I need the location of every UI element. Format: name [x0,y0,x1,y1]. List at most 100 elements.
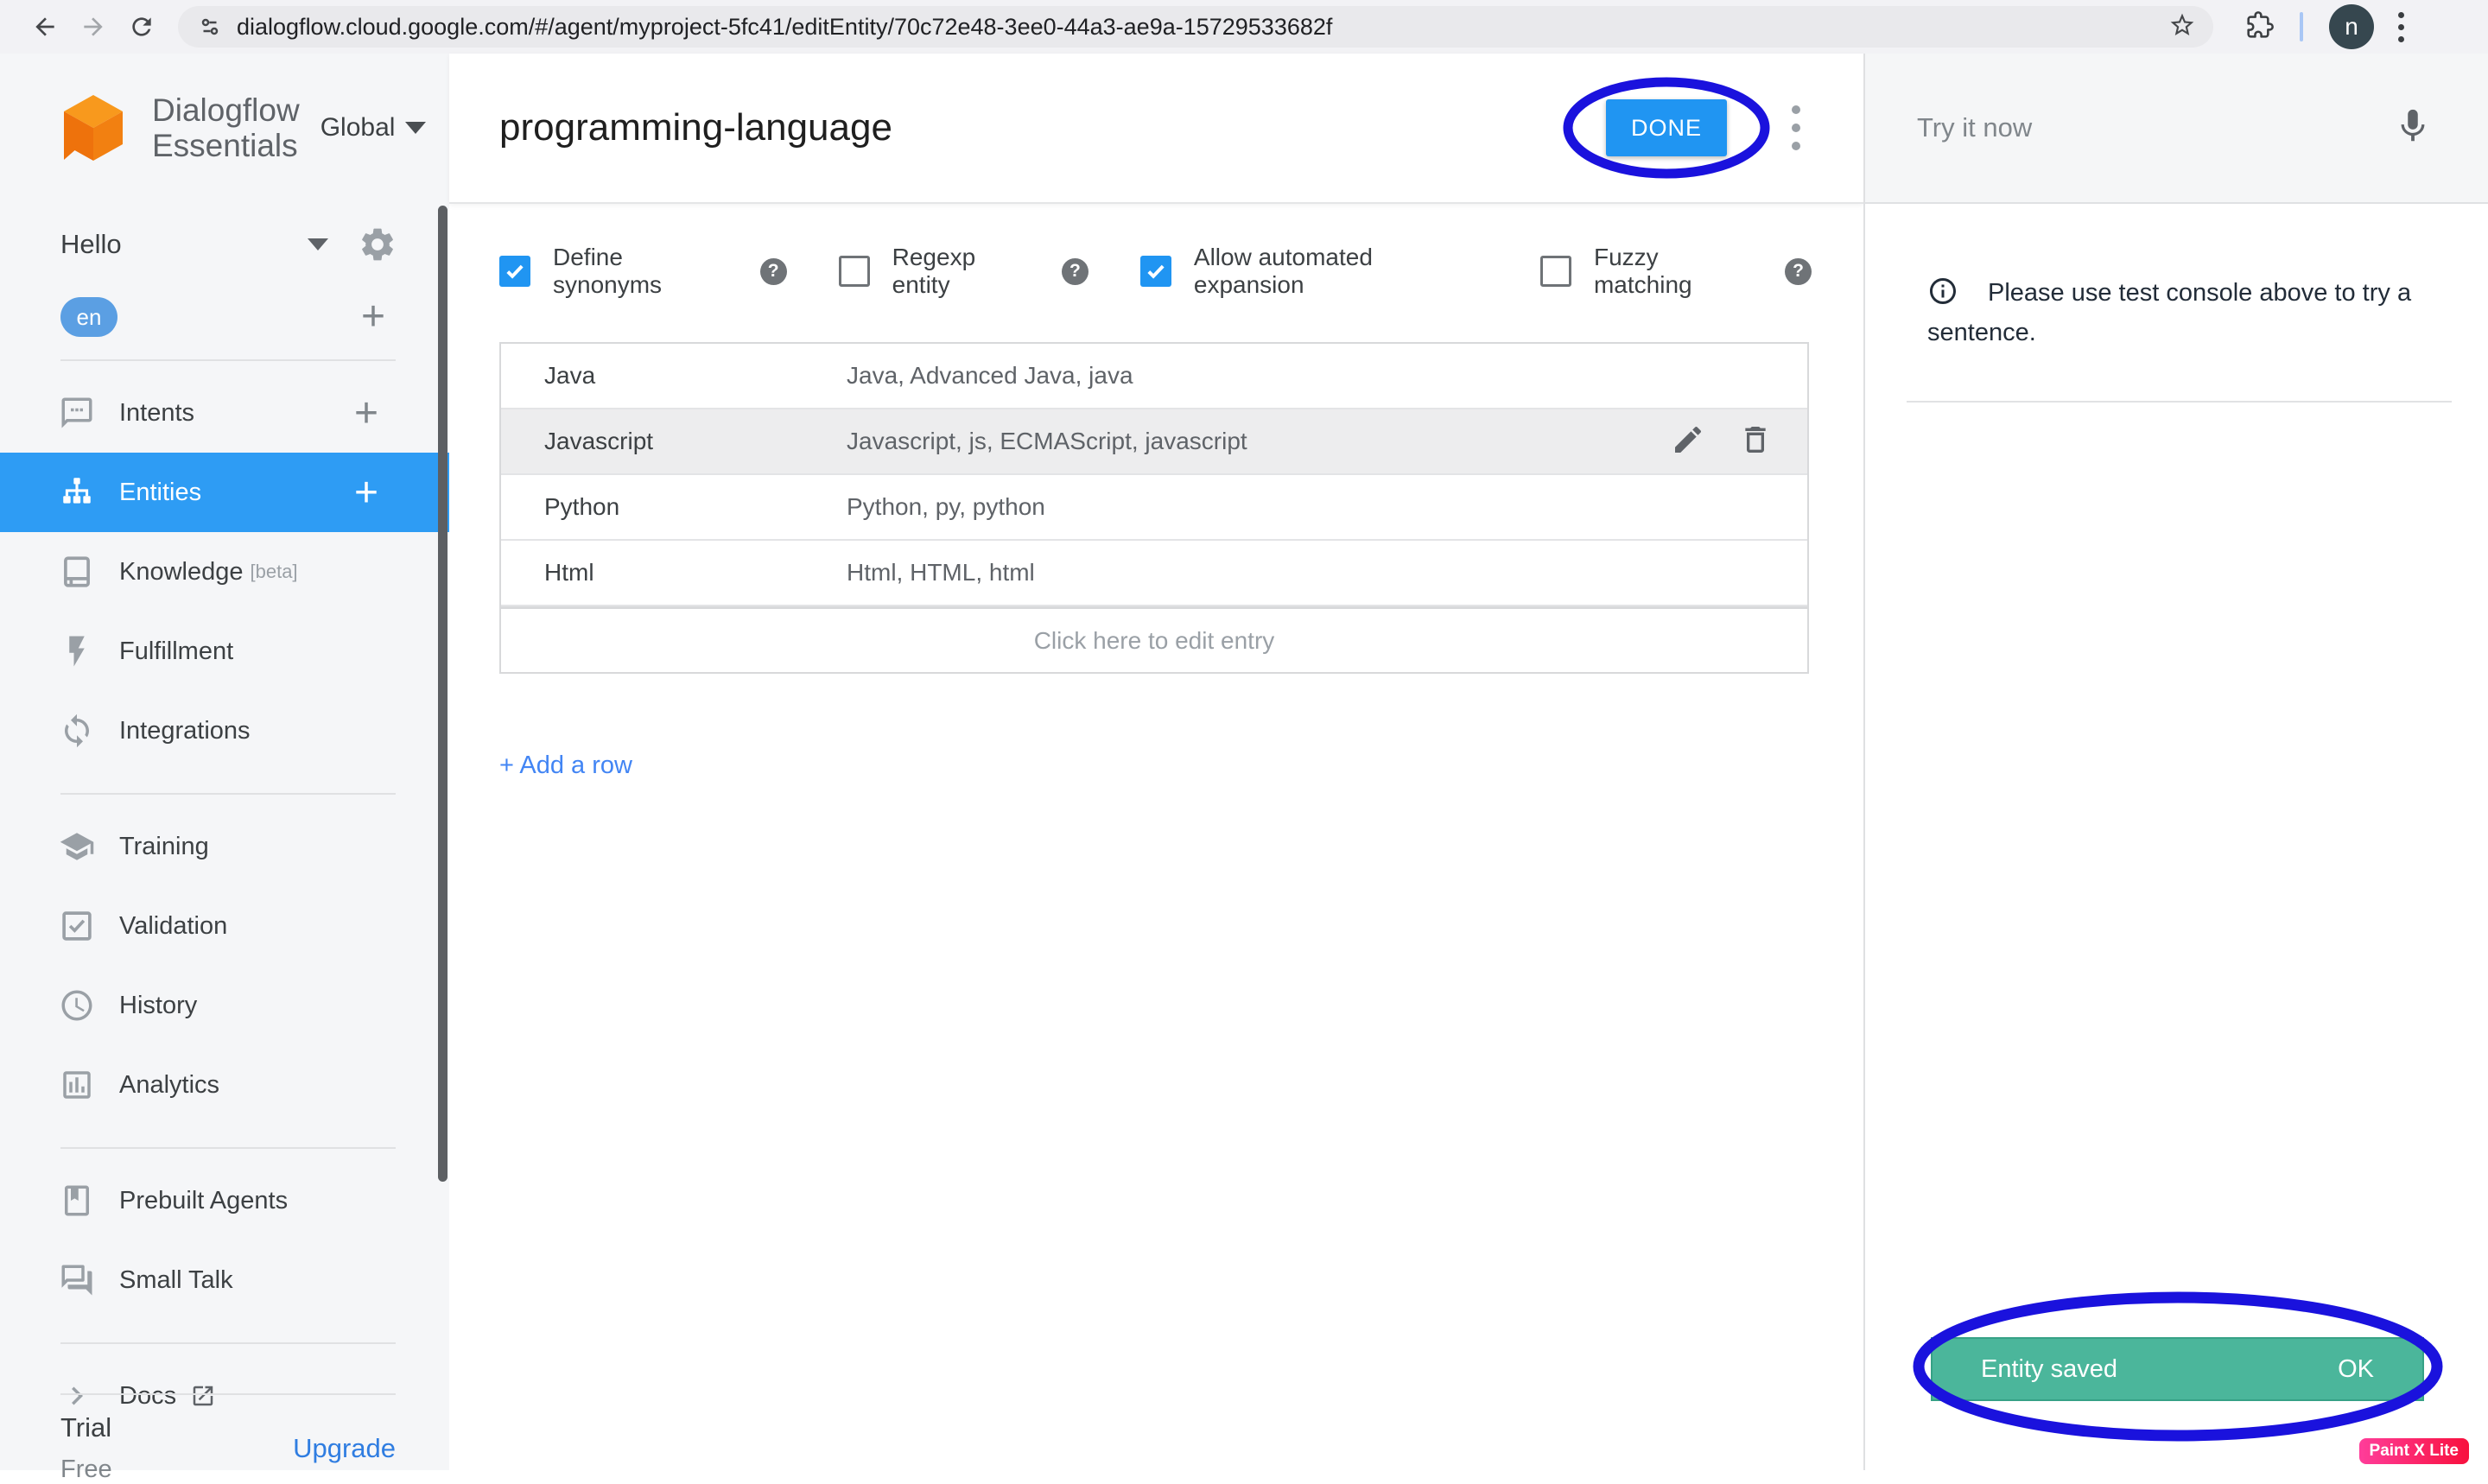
plan-name: Trial [60,1412,112,1443]
add-row-link[interactable]: + Add a row [499,752,632,780]
checkbox-checked[interactable] [1140,256,1171,287]
entity-synonyms[interactable]: Java, Advanced Java, java [847,362,1807,390]
region-selector[interactable]: Global [321,113,427,143]
chevron-down-icon [308,238,328,251]
entity-synonyms[interactable]: Javascript, js, ECMAScript, javascript [847,428,1671,455]
option-label: Define synonyms [553,244,738,299]
sidebar-item-analytics[interactable]: Analytics [0,1045,449,1125]
beta-badge: [beta] [251,561,298,583]
fulfillment-icon [59,633,95,669]
edit-icon[interactable] [1671,422,1705,461]
sidebar-item-validation[interactable]: Validation [0,886,449,966]
sidebar-item-label: Analytics [119,1071,219,1100]
new-entry-row[interactable]: Click here to edit entry [501,606,1807,672]
done-button[interactable]: DONE [1606,99,1727,156]
sidebar-item-label: Fulfillment [119,637,233,666]
small-talk-icon [59,1262,95,1298]
history-icon [59,987,95,1024]
help-icon[interactable]: ? [1062,258,1088,285]
sidebar-item-intents[interactable]: Intents + [0,373,449,453]
entity-row-html[interactable]: HtmlHtml, HTML, html [501,541,1807,606]
add-intents-button[interactable]: + [354,390,378,437]
sidebar-item-small-talk[interactable]: Small Talk [0,1240,449,1320]
language-chip[interactable]: en [60,297,117,337]
sidebar-item-label: Intents [119,399,194,428]
agent-selector[interactable]: Hello [0,214,449,275]
entity-value[interactable]: Html [501,559,847,587]
help-icon[interactable]: ? [1785,258,1812,285]
option-label: Regexp entity [892,244,1039,299]
training-icon [59,828,95,865]
validation-icon [59,908,95,944]
upgrade-link[interactable]: Upgrade [293,1433,396,1464]
site-settings-icon[interactable] [197,14,223,40]
sidebar-item-label: Knowledge [119,558,244,587]
sidebar-divider [60,359,396,361]
toolbar-divider [2300,12,2303,41]
sidebar-item-integrations[interactable]: Integrations [0,691,449,771]
extensions-icon[interactable] [2246,11,2274,43]
sidebar-scrollbar[interactable] [438,206,447,1182]
more-options-icon[interactable] [1777,105,1815,150]
entity-row-java[interactable]: JavaJava, Advanced Java, java [501,344,1807,409]
sidebar-item-entities[interactable]: Entities+ [0,453,449,532]
forward-arrow-icon[interactable] [69,3,117,51]
entity-saved-toast: Entity saved OK [1931,1337,2424,1401]
back-arrow-icon[interactable] [21,3,69,51]
sidebar-item-training[interactable]: Training [0,807,449,886]
option-allow-automated-expansion: Allow automated expansion [1140,244,1488,299]
add-language-button[interactable]: + [361,300,385,334]
language-row: en + [0,297,449,337]
checkbox-unchecked[interactable] [1540,256,1571,287]
sidebar: Dialogflow Essentials Global Hello en + … [0,54,449,1470]
analytics-icon [59,1067,95,1103]
sidebar-divider [60,1147,396,1149]
add-entities-button[interactable]: + [354,469,378,517]
entity-row-javascript[interactable]: JavascriptJavascript, js, ECMAScript, ja… [501,409,1807,475]
entity-value[interactable]: Java [501,362,847,390]
sidebar-item-knowledge[interactable]: Knowledge [beta] [0,532,449,612]
toast-ok-button[interactable]: OK [2338,1355,2374,1384]
profile-avatar[interactable]: n [2329,4,2374,49]
intents-icon [59,395,95,431]
url-text[interactable]: dialogflow.cloud.google.com/#/agent/mypr… [237,14,2168,41]
hint-text: Please use test console above to try a s… [1927,279,2411,346]
microphone-icon[interactable] [2393,106,2433,150]
sidebar-item-label: Validation [119,912,227,941]
delete-icon[interactable] [1738,422,1773,461]
entity-value[interactable]: Python [501,493,847,521]
entity-table: JavaJava, Advanced Java, javaJavascriptJ… [499,342,1809,674]
entity-value[interactable]: Javascript [501,428,847,455]
address-bar[interactable]: dialogflow.cloud.google.com/#/agent/mypr… [178,6,2213,48]
entity-synonyms[interactable]: Html, HTML, html [847,559,1807,587]
info-icon [1927,276,1958,307]
test-console-placeholder: Try it now [1917,112,2032,143]
reload-icon[interactable] [117,3,166,51]
entity-header: programming-language DONE [449,54,1863,204]
help-icon[interactable]: ? [760,258,787,285]
option-fuzzy-matching: Fuzzy matching? [1540,244,1812,299]
checkbox-checked[interactable] [499,256,530,287]
entity-row-python[interactable]: PythonPython, py, python [501,475,1807,541]
sidebar-item-label: Prebuilt Agents [119,1187,288,1215]
browser-menu-icon[interactable] [2398,12,2404,42]
toast-message: Entity saved [1981,1355,2117,1384]
sidebar-item-prebuilt-agents[interactable]: Prebuilt Agents [0,1161,449,1240]
sidebar-item-label: History [119,992,197,1020]
sidebar-item-label: Integrations [119,717,251,745]
entity-synonyms[interactable]: Python, py, python [847,493,1807,521]
browser-toolbar: dialogflow.cloud.google.com/#/agent/mypr… [0,0,2488,54]
test-console-input[interactable]: Try it now [1865,54,2488,204]
sidebar-item-fulfillment[interactable]: Fulfillment [0,612,449,691]
checkbox-unchecked[interactable] [839,256,870,287]
sidebar-item-label: Training [119,833,209,861]
sidebar-item-label: Small Talk [119,1266,233,1295]
sidebar-divider [60,1342,396,1344]
sidebar-item-history[interactable]: History [0,966,449,1045]
agent-name: Hello [60,229,122,260]
sidebar-divider [60,793,396,795]
main-panel: programming-language DONE Define synonym… [449,54,1863,1470]
gear-icon[interactable] [358,225,397,264]
bookmark-star-icon[interactable] [2168,11,2196,43]
dialogflow-logo [52,86,135,169]
